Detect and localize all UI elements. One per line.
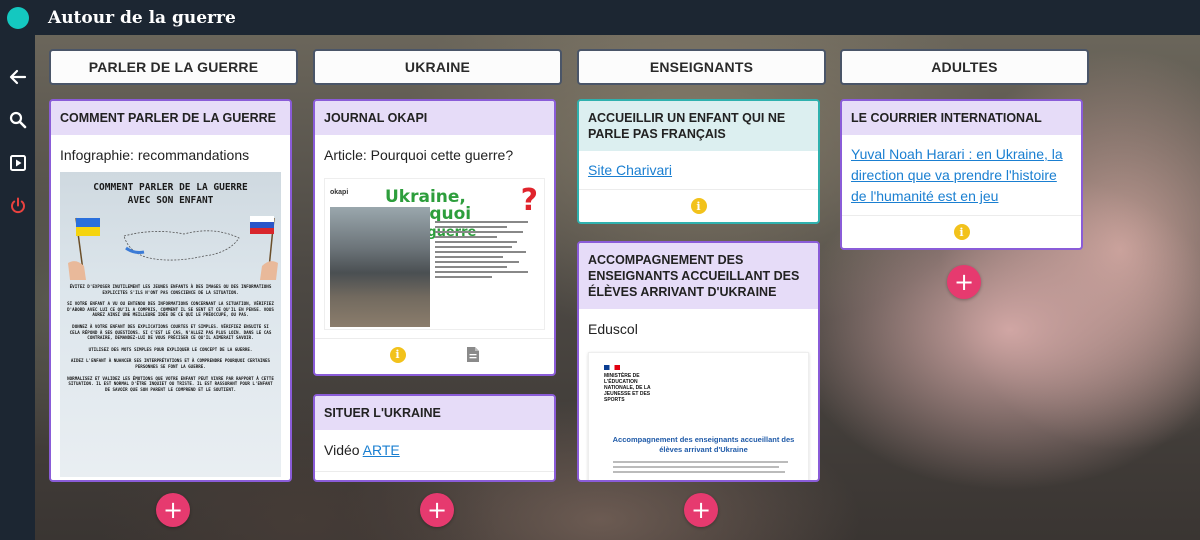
document-text bbox=[613, 461, 788, 476]
add-card-button[interactable]: + bbox=[947, 265, 981, 299]
harari-article-link[interactable]: Yuval Noah Harari : en Ukraine, la direc… bbox=[851, 146, 1063, 204]
info-icon[interactable]: i bbox=[953, 224, 970, 240]
card-footer: i bbox=[842, 216, 1081, 248]
add-card-button[interactable]: + bbox=[684, 493, 718, 527]
top-bar: Autour de la guerre bbox=[0, 0, 1200, 35]
arte-link[interactable]: ARTE bbox=[363, 442, 400, 458]
infographic-paragraph: SI VOTRE ENFANT A VU OU ENTENDU DES INFO… bbox=[67, 301, 274, 318]
column-header[interactable]: ENSEIGNANTS bbox=[577, 49, 826, 85]
infographic-body: ÉVITEZ D'EXPOSER INUTILEMENT LES JEUNES … bbox=[66, 284, 275, 398]
infographic-paragraph: ÉVITEZ D'EXPOSER INUTILEMENT LES JEUNES … bbox=[69, 284, 272, 295]
infographic-paragraph: NORMALISEZ ET VALIDEZ LES ÉMOTIONS QUE V… bbox=[67, 375, 274, 392]
card-comment-parler[interactable]: COMMENT PARLER DE LA GUERRE Infographie:… bbox=[49, 99, 292, 482]
card-text: Article: Pourquoi cette guerre? bbox=[324, 147, 514, 163]
flags-map-illustration bbox=[68, 216, 278, 280]
column-enseignants: ENSEIGNANTS bbox=[577, 49, 826, 85]
card-title: JOURNAL OKAPI bbox=[315, 101, 554, 135]
question-mark: ? bbox=[520, 183, 538, 218]
eduscol-document-image[interactable]: MINISTÈRE DE L'ÉDUCATION NATIONALE, DE L… bbox=[588, 352, 809, 480]
left-sidebar bbox=[0, 35, 35, 540]
charivari-link[interactable]: Site Charivari bbox=[588, 162, 672, 178]
document-icon[interactable] bbox=[466, 346, 480, 363]
ministry-label: MINISTÈRE DE L'ÉDUCATION NATIONALE, DE L… bbox=[604, 373, 651, 403]
okapi-brand: okapi bbox=[330, 189, 349, 196]
card-text: Vidéo ARTE bbox=[315, 430, 554, 472]
column-ukraine: UKRAINE bbox=[313, 49, 562, 85]
infographic-image[interactable]: COMMENT PARLER DE LA GUERRE AVEC SON ENF… bbox=[60, 172, 281, 477]
add-card-button[interactable]: + bbox=[420, 493, 454, 527]
infographic-paragraph: AIDEZ L'ENFANT À NUANCER SES INTERPRÉTAT… bbox=[70, 358, 271, 369]
card-title: SITUER L'UKRAINE bbox=[315, 396, 554, 430]
okapi-article-image[interactable]: okapi Ukraine, pourquoi cette guerre ? bbox=[324, 178, 545, 330]
infographic-paragraph: UTILISEZ DES MOTS SIMPLES POUR EXPLIQUER… bbox=[88, 346, 253, 352]
column-header[interactable]: ADULTES bbox=[840, 49, 1089, 85]
info-icon[interactable]: i bbox=[389, 346, 406, 363]
card-title: ACCUEILLIR UN ENFANT QUI NE PARLE PAS FR… bbox=[579, 101, 818, 151]
search-button[interactable] bbox=[0, 98, 35, 141]
infographic-paragraph: DONNEZ À VOTRE ENFANT DES EXPLICATIONS C… bbox=[69, 323, 272, 341]
card-journal-okapi[interactable]: JOURNAL OKAPI Article: Pourquoi cette gu… bbox=[313, 99, 556, 376]
back-button[interactable] bbox=[0, 55, 35, 98]
card-title: LE COURRIER INTERNATIONAL bbox=[842, 101, 1081, 135]
okapi-text-columns bbox=[435, 221, 538, 325]
card-text: Yuval Noah Harari : en Ukraine, la direc… bbox=[842, 135, 1081, 216]
search-icon bbox=[9, 111, 26, 128]
infographic-title: COMMENT PARLER DE LA GUERRE AVEC SON ENF… bbox=[60, 172, 281, 207]
card-text: Eduscol bbox=[588, 321, 638, 337]
column-header[interactable]: UKRAINE bbox=[313, 49, 562, 85]
page-title: Autour de la guerre bbox=[48, 7, 236, 28]
power-icon bbox=[10, 197, 25, 213]
card-accompagnement-enseignants[interactable]: ACCOMPAGNEMENT DES ENSEIGNANTS ACCUEILLA… bbox=[577, 241, 820, 482]
french-flag-icon bbox=[604, 365, 620, 370]
card-accueillir-enfant[interactable]: ACCUEILLIR UN ENFANT QUI NE PARLE PAS FR… bbox=[577, 99, 820, 224]
column-header[interactable]: PARLER DE LA GUERRE bbox=[49, 49, 298, 85]
card-text-prefix: Vidéo bbox=[324, 442, 363, 458]
card-courrier-international[interactable]: LE COURRIER INTERNATIONAL Yuval Noah Har… bbox=[840, 99, 1083, 250]
slideshow-button[interactable] bbox=[0, 141, 35, 184]
app-logo[interactable] bbox=[7, 6, 29, 29]
card-text: Site Charivari bbox=[579, 151, 818, 190]
play-icon bbox=[9, 154, 26, 171]
okapi-photo bbox=[330, 207, 430, 327]
logout-button[interactable] bbox=[0, 184, 35, 227]
arrow-left-icon bbox=[9, 69, 26, 84]
card-footer: i bbox=[315, 338, 554, 370]
card-footer: i bbox=[579, 190, 818, 222]
column-adultes: ADULTES bbox=[840, 49, 1089, 85]
card-title: COMMENT PARLER DE LA GUERRE bbox=[51, 101, 290, 135]
infographic-title-line1: COMMENT PARLER DE LA GUERRE bbox=[93, 182, 248, 193]
infographic-title-line2: AVEC SON ENFANT bbox=[127, 195, 214, 206]
column-parler-de-la-guerre: PARLER DE LA GUERRE bbox=[49, 49, 298, 85]
info-icon[interactable]: i bbox=[690, 198, 707, 214]
card-situer-ukraine[interactable]: SITUER L'UKRAINE Vidéo ARTE bbox=[313, 394, 556, 482]
document-title: Accompagnement des enseignants accueilla… bbox=[612, 435, 795, 454]
card-title: ACCOMPAGNEMENT DES ENSEIGNANTS ACCUEILLA… bbox=[579, 243, 818, 309]
card-text: Infographie: recommandations bbox=[60, 147, 250, 163]
add-card-button[interactable]: + bbox=[156, 493, 190, 527]
